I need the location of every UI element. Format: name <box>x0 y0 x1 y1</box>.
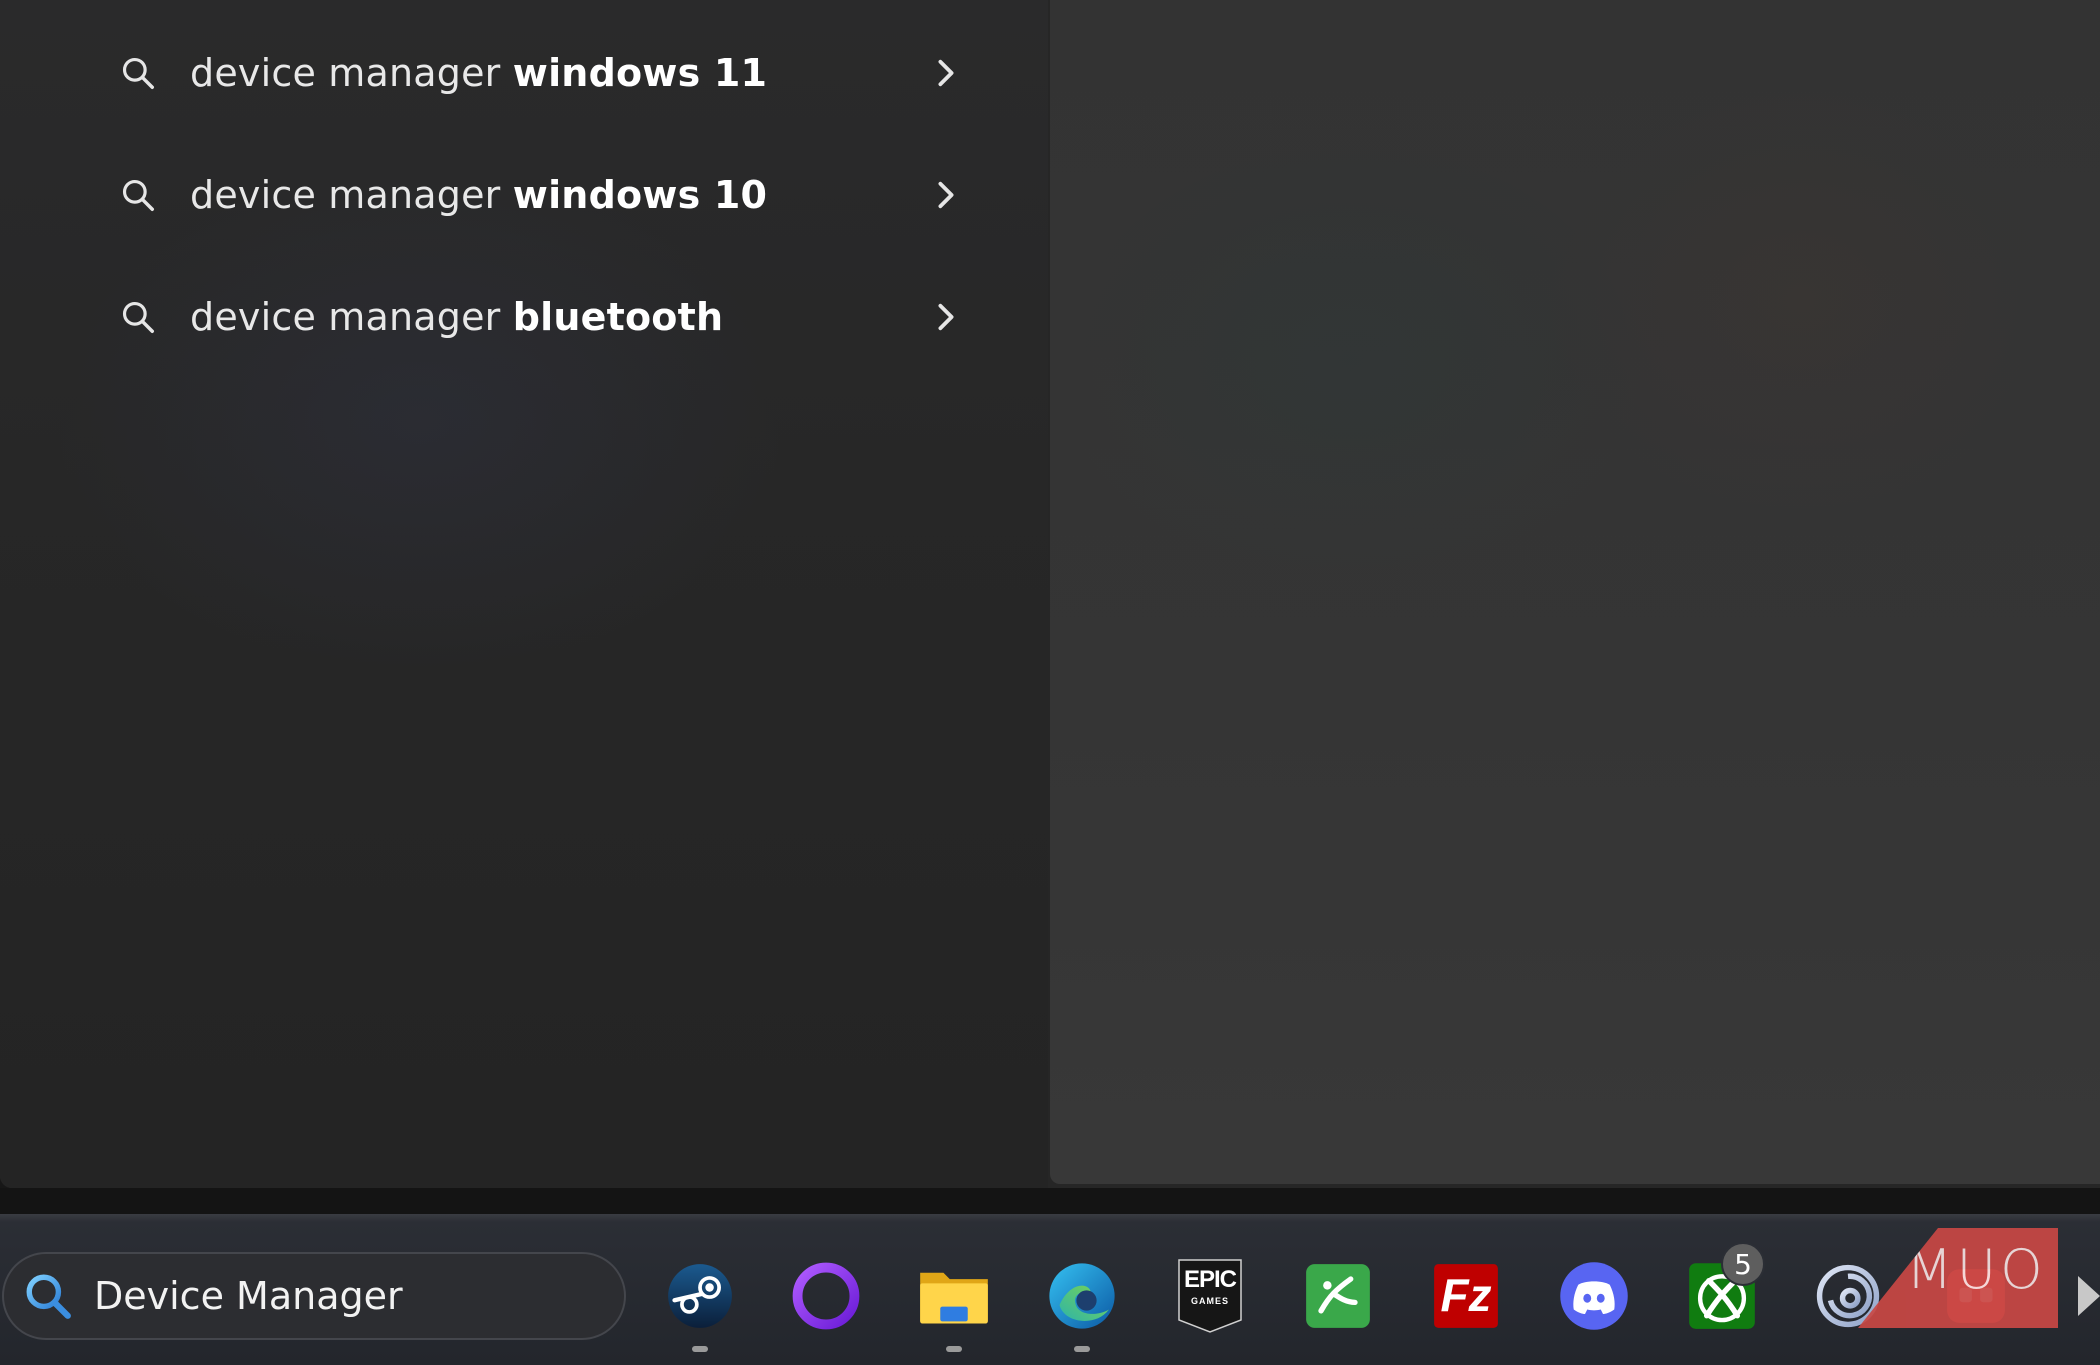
search-icon <box>22 1270 74 1322</box>
suggestion-prefix: device manager <box>190 51 513 95</box>
search-icon <box>118 297 158 337</box>
suggestion-prefix: device manager <box>190 295 513 339</box>
suggestion-text: device manager windows 11 <box>190 51 767 95</box>
taskbar-app-filezilla[interactable]: Fz <box>1421 1250 1511 1342</box>
taskbar-app-edge[interactable] <box>1037 1250 1127 1352</box>
search-results-pane: device manager windows 11 device manager… <box>0 0 1048 1188</box>
chevron-right-icon[interactable] <box>926 175 966 215</box>
suggestion-item-windows-10[interactable]: device manager windows 10 <box>110 145 980 245</box>
folder-icon <box>917 1263 991 1329</box>
app-icon <box>2056 1266 2100 1326</box>
running-indicator <box>692 1346 708 1352</box>
taskbar-app-green[interactable] <box>1293 1250 1383 1342</box>
taskbar-app-epic-games[interactable]: EPIC GAMES <box>1165 1250 1255 1342</box>
suggestion-item-bluetooth[interactable]: device manager bluetooth <box>110 267 980 367</box>
taskbar-search-box[interactable] <box>2 1252 626 1340</box>
filezilla-icon: Fz <box>1432 1262 1500 1330</box>
search-input[interactable] <box>92 1273 596 1319</box>
edge-icon <box>1046 1260 1118 1332</box>
filezilla-label: Fz <box>1440 1269 1492 1321</box>
green-app-icon <box>1304 1262 1372 1330</box>
taskbar-app-ring[interactable] <box>781 1250 871 1342</box>
discord-icon <box>1558 1260 1630 1332</box>
search-icon <box>118 175 158 215</box>
taskbar-app-partial[interactable] <box>2056 1250 2100 1342</box>
suggestion-suffix: bluetooth <box>512 295 724 339</box>
taskbar-app-xbox[interactable]: 5 <box>1677 1242 1767 1342</box>
chevron-right-icon[interactable] <box>926 53 966 93</box>
suggestion-suffix: windows 10 <box>512 173 768 217</box>
taskbar-app-file-explorer[interactable] <box>909 1250 999 1352</box>
epic-games-icon: EPIC GAMES <box>1177 1258 1243 1334</box>
watermark-text: MUO <box>1906 1238 2047 1301</box>
suggestion-text: device manager bluetooth <box>190 295 723 339</box>
taskbar-app-discord[interactable] <box>1549 1250 1639 1342</box>
desktop-screen: device manager windows 11 device manager… <box>0 0 2100 1365</box>
running-indicator <box>1074 1346 1090 1352</box>
games-label: GAMES <box>1190 1296 1229 1306</box>
taskbar: EPIC GAMES Fz <box>0 1214 2100 1365</box>
suggestion-suffix: windows 11 <box>512 51 768 95</box>
steam-icon <box>666 1262 734 1330</box>
taskbar-app-steam[interactable] <box>655 1250 745 1352</box>
search-flyout: device manager windows 11 device manager… <box>0 0 2100 1188</box>
taskbar-app-ubisoft[interactable] <box>1803 1250 1893 1342</box>
suggestion-item-windows-11[interactable]: device manager windows 11 <box>110 23 980 123</box>
taskbar-gap <box>0 1188 2100 1214</box>
ring-icon <box>791 1261 861 1331</box>
running-indicator <box>946 1346 962 1352</box>
search-icon <box>118 53 158 93</box>
suggestion-prefix: device manager <box>190 173 513 217</box>
chevron-right-icon[interactable] <box>926 297 966 337</box>
result-preview-pane <box>1050 0 2100 1184</box>
notification-badge: 5 <box>1721 1242 1765 1286</box>
suggestion-text: device manager windows 10 <box>190 173 767 217</box>
epic-label: EPIC <box>1183 1266 1237 1293</box>
